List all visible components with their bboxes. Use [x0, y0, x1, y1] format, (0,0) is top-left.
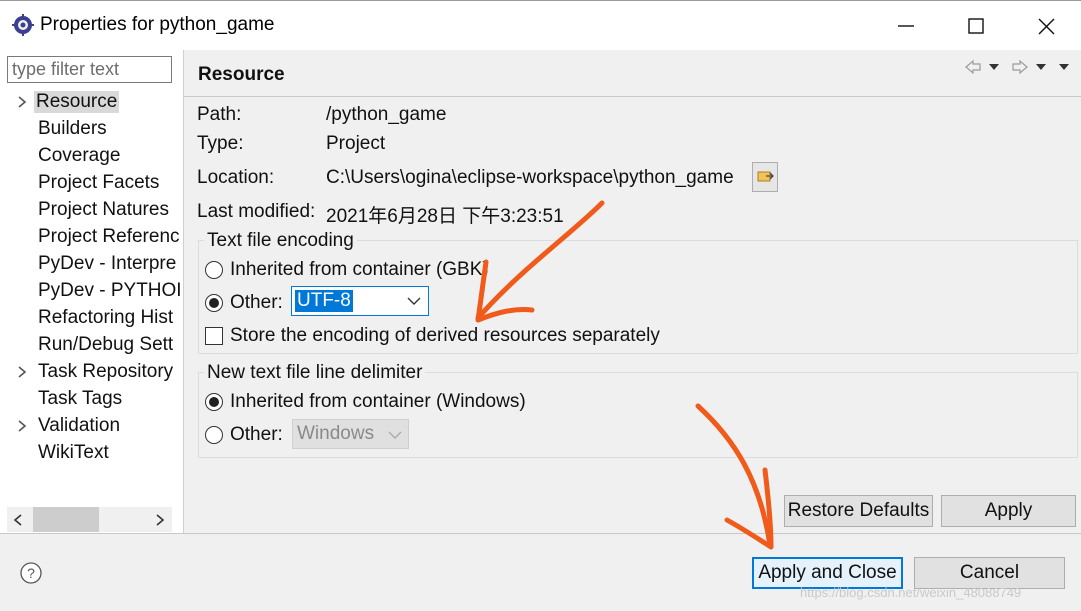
- filter-input[interactable]: [7, 56, 172, 83]
- tree-item[interactable]: Refactoring Hist: [0, 305, 183, 332]
- page-header: [184, 50, 1081, 97]
- encoding-select-value: UTF-8: [295, 290, 353, 312]
- expand-arrow-icon[interactable]: [16, 95, 28, 109]
- maximize-icon: [968, 18, 984, 34]
- expand-arrow-icon[interactable]: [16, 419, 28, 433]
- delimiter-other-label[interactable]: Other:: [230, 424, 283, 446]
- tree-item-label: Validation: [38, 415, 121, 436]
- line-delimiter-group-title: New text file line delimiter: [204, 362, 426, 384]
- tree-item-label: Coverage: [38, 145, 121, 166]
- delimiter-select[interactable]: Windows: [292, 419, 409, 449]
- help-icon[interactable]: ?: [19, 561, 43, 585]
- delimiter-select-value: Windows: [297, 423, 375, 444]
- tree-item-label: Task Tags: [38, 388, 123, 409]
- watermark: https://blog.csdn.net/weixin_48088749: [800, 585, 1022, 600]
- encoding-inherited-label[interactable]: Inherited from container (GBK): [230, 259, 489, 281]
- tree-item[interactable]: Coverage: [0, 143, 183, 170]
- tree-item-label: PyDev - Interpre: [38, 253, 177, 274]
- minimize-button[interactable]: [876, 6, 936, 46]
- tree-item[interactable]: Validation: [0, 413, 183, 440]
- tree-item-label: Resource: [34, 91, 120, 113]
- delimiter-other-radio[interactable]: [205, 426, 223, 444]
- show-in-system-explorer-button[interactable]: [752, 162, 778, 192]
- tree-item[interactable]: Resource: [0, 89, 183, 116]
- expand-arrow-icon[interactable]: [16, 365, 28, 379]
- tree-item-label: Run/Debug Sett: [38, 334, 174, 355]
- apply-button[interactable]: Apply: [941, 495, 1076, 527]
- tree-item[interactable]: Run/Debug Sett: [0, 332, 183, 359]
- encoding-group-title: Text file encoding: [204, 230, 357, 252]
- restore-defaults-button[interactable]: Restore Defaults: [784, 495, 933, 527]
- tree-item[interactable]: PyDev - PYTHOI: [0, 278, 183, 305]
- encoding-select[interactable]: UTF-8: [291, 286, 429, 316]
- encoding-other-label[interactable]: Other:: [230, 292, 283, 314]
- delimiter-inherited-radio[interactable]: [205, 393, 223, 411]
- view-menu-icon[interactable]: [1057, 60, 1071, 74]
- tree-item[interactable]: Project Natures: [0, 197, 183, 224]
- last-modified-label: Last modified:: [197, 201, 316, 222]
- maximize-button[interactable]: [946, 6, 1006, 46]
- forward-arrow-icon[interactable]: [1010, 58, 1030, 76]
- close-button[interactable]: [1016, 6, 1076, 46]
- store-encoding-label[interactable]: Store the encoding of derived resources …: [230, 325, 660, 347]
- encoding-other-radio[interactable]: [205, 294, 223, 312]
- tree-item-label: Task Repository: [38, 361, 174, 382]
- tree-item-label: WikiText: [38, 442, 109, 463]
- minimize-icon: [898, 25, 914, 27]
- tree-item-label: Project Natures: [38, 199, 169, 220]
- scroll-left-icon[interactable]: [10, 512, 26, 528]
- close-icon: [1038, 18, 1055, 35]
- store-encoding-checkbox[interactable]: [205, 327, 223, 345]
- chevron-down-icon: [388, 431, 402, 439]
- window-title: Properties for python_game: [40, 14, 275, 35]
- type-value: Project: [326, 133, 386, 154]
- type-label: Type:: [197, 133, 244, 154]
- path-value: /python_game: [326, 104, 447, 125]
- tree-item-label: Refactoring Hist: [38, 307, 174, 328]
- scrollbar-thumb[interactable]: [33, 507, 99, 532]
- tree-item[interactable]: Builders: [0, 116, 183, 143]
- page-title: Resource: [198, 64, 285, 85]
- svg-text:?: ?: [27, 565, 35, 581]
- chevron-down-icon: [407, 297, 421, 305]
- tree-item-label: Builders: [38, 118, 107, 139]
- tree-item-label: Project Facets: [38, 172, 160, 193]
- tree-item[interactable]: Project Facets: [0, 170, 183, 197]
- scroll-right-icon[interactable]: [152, 512, 168, 528]
- location-value: C:\Users\ogina\eclipse-workspace\python_…: [326, 167, 734, 188]
- tree-item-label: PyDev - PYTHOI: [38, 280, 182, 301]
- tree-item[interactable]: Task Tags: [0, 386, 183, 413]
- tree-item[interactable]: Project Referenc: [0, 224, 183, 251]
- encoding-inherited-radio[interactable]: [205, 261, 223, 279]
- tree-item[interactable]: PyDev - Interpre: [0, 251, 183, 278]
- eclipse-app-icon: [12, 14, 34, 36]
- last-modified-value: 2021年6月28日 下午3:23:51: [326, 206, 564, 227]
- tree-item[interactable]: WikiText: [0, 440, 183, 467]
- open-folder-icon: [757, 171, 774, 182]
- forward-history-dropdown-icon[interactable]: [1034, 60, 1048, 74]
- back-arrow-icon[interactable]: [963, 58, 983, 76]
- path-label: Path:: [197, 104, 242, 125]
- delimiter-inherited-label[interactable]: Inherited from container (Windows): [230, 391, 526, 413]
- location-label: Location:: [197, 167, 275, 188]
- tree-item[interactable]: Task Repository: [0, 359, 183, 386]
- tree-item-label: Project Referenc: [38, 226, 180, 247]
- back-history-dropdown-icon[interactable]: [987, 60, 1001, 74]
